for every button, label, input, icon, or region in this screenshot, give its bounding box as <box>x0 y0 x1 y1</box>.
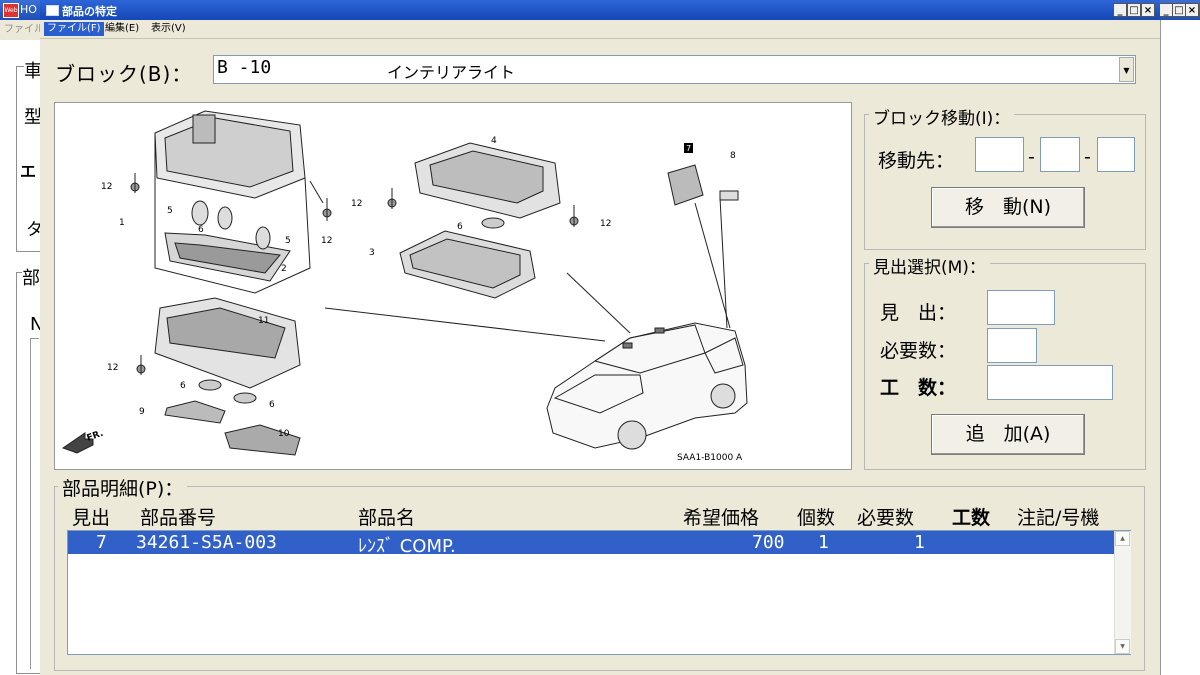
heading-field[interactable] <box>987 290 1055 325</box>
menu-file[interactable]: ファイル(F) <box>44 22 104 36</box>
window-icon <box>46 5 59 16</box>
parent-right-strip <box>1160 20 1200 675</box>
parent-menubar[interactable]: ファイル( <box>0 20 40 40</box>
svg-text:6: 6 <box>457 222 463 232</box>
cell-part-no: 34261-S5A-003 <box>136 532 277 553</box>
required-field[interactable] <box>987 328 1037 363</box>
menu-edit[interactable]: 編集(E) <box>102 22 142 36</box>
add-button[interactable]: 追 加(A) <box>931 414 1085 455</box>
heading-label: 見 出： <box>880 302 957 324</box>
svg-text:7: 7 <box>686 144 691 153</box>
dialog-title-bar <box>40 0 1160 20</box>
menu-view[interactable]: 表示(V) <box>148 22 189 36</box>
svg-text:10: 10 <box>278 429 290 439</box>
col-required: 必要数 <box>857 507 915 529</box>
parent-close-button[interactable]: × <box>1185 3 1199 17</box>
diagram-ref-code: SAA1-B1000 A <box>677 453 743 463</box>
svg-text:3: 3 <box>369 248 375 258</box>
cell-part-name: ﾚﾝｽﾞ COMP. <box>358 536 456 557</box>
dest-sep-2: - <box>1084 146 1091 168</box>
vertical-scrollbar[interactable] <box>1114 531 1131 654</box>
cell-heading: 7 <box>96 532 107 553</box>
col-heading: 見出 <box>72 507 111 529</box>
svg-text:1: 1 <box>119 218 125 228</box>
svg-text:11: 11 <box>258 316 269 326</box>
block-select[interactable] <box>213 55 1136 84</box>
parent-label-5: 部 <box>22 264 40 290</box>
svg-text:12: 12 <box>107 363 118 373</box>
parent-window-title: HO <box>20 3 37 16</box>
parent-inner-frame <box>30 338 39 669</box>
col-man-hours: 工数 <box>952 507 991 529</box>
maximize-button[interactable]: □ <box>1127 3 1141 17</box>
chevron-down-icon[interactable]: ▼ <box>1119 57 1134 82</box>
scroll-down-icon[interactable]: ▼ <box>1115 639 1130 654</box>
close-button[interactable]: × <box>1141 3 1155 17</box>
block-label: ブロック(B)： <box>55 62 193 86</box>
parts-diagram-drawing: 12 1 5 6 5 2 12 12 6 4 12 3 11 12 6 6 9 10 8 FR. SAA… <box>61 110 748 463</box>
move-button[interactable]: 移 動(N) <box>931 187 1085 228</box>
app-icon: Web <box>3 3 19 18</box>
col-part-name: 部品名 <box>358 507 416 529</box>
parts-detail-title: 部品明細(P)： <box>58 474 188 501</box>
svg-text:2: 2 <box>281 264 287 274</box>
svg-text:4: 4 <box>491 136 497 146</box>
fr-label: FR. <box>86 429 105 444</box>
parent-maximize-button[interactable]: □ <box>1172 3 1186 17</box>
man-hours-label: 工 数： <box>880 377 957 399</box>
svg-text:6: 6 <box>180 381 186 391</box>
parent-minimize-button[interactable]: _ <box>1159 3 1173 17</box>
minimize-button[interactable]: _ <box>1113 3 1127 17</box>
svg-text:5: 5 <box>167 206 173 216</box>
svg-text:12: 12 <box>321 236 332 246</box>
man-hours-field[interactable] <box>987 365 1113 400</box>
svg-text:5: 5 <box>285 236 291 246</box>
dest-field-1[interactable] <box>975 137 1024 172</box>
parts-diagram[interactable]: 12 1 5 6 5 2 12 12 6 4 12 3 11 12 6 6 9 10 8 FR. SAA… <box>54 102 852 470</box>
svg-text:6: 6 <box>269 400 275 410</box>
block-move-group <box>864 114 1146 250</box>
block-name: インテリアライト <box>387 63 516 82</box>
cell-price: 700 <box>752 532 785 553</box>
dest-field-2[interactable] <box>1040 137 1080 172</box>
block-move-title: ブロック移動(I)： <box>869 104 1015 129</box>
svg-text:12: 12 <box>351 199 362 209</box>
col-part-no: 部品番号 <box>140 507 217 529</box>
cell-required: 1 <box>914 532 925 553</box>
col-price: 希望価格 <box>683 507 760 529</box>
col-qty: 個数 <box>797 507 836 529</box>
svg-text:6: 6 <box>198 225 204 235</box>
dest-sep-1: - <box>1028 146 1035 168</box>
dest-label: 移動先： <box>878 150 955 172</box>
cell-qty: 1 <box>818 532 829 553</box>
dialog-menubar <box>40 20 1160 39</box>
parent-label-3: エ <box>20 162 37 181</box>
block-code: B -10 <box>217 57 272 78</box>
dest-field-3[interactable] <box>1097 137 1135 172</box>
svg-text:9: 9 <box>139 407 145 417</box>
svg-text:8: 8 <box>730 151 736 161</box>
col-note: 注記/号機 <box>1017 507 1100 529</box>
heading-select-title: 見出選択(M)： <box>869 253 990 278</box>
scroll-up-icon[interactable]: ▲ <box>1115 531 1130 546</box>
required-label: 必要数： <box>880 340 957 362</box>
svg-text:12: 12 <box>101 182 112 192</box>
svg-text:12: 12 <box>600 219 611 229</box>
dialog-title: 部品の特定 <box>62 5 117 18</box>
